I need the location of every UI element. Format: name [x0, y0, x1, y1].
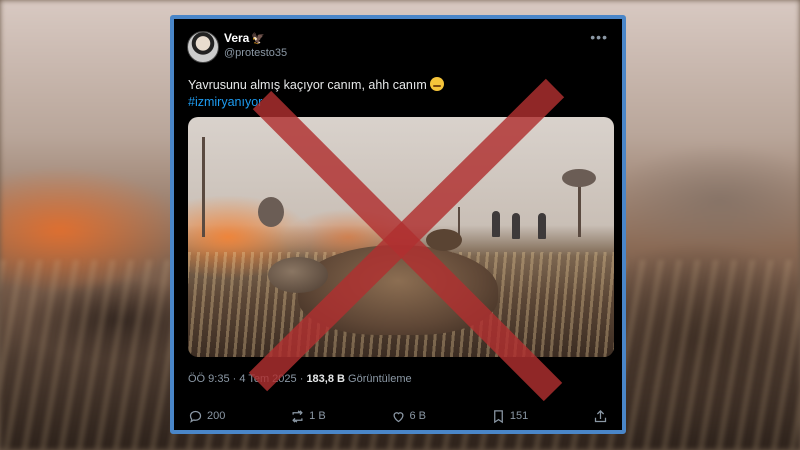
- reply-count: 200: [207, 410, 226, 422]
- display-name[interactable]: Vera 🦅: [224, 31, 265, 45]
- reply-button[interactable]: 200: [188, 409, 225, 424]
- view-label: Görüntüleme: [348, 373, 412, 385]
- tree-silhouette: [258, 197, 284, 227]
- user-handle[interactable]: @protesto35: [224, 47, 287, 59]
- tortoise-shell: [298, 245, 498, 335]
- tweet-time[interactable]: ÖÖ 9:35: [188, 373, 230, 385]
- heart-icon: [392, 411, 404, 422]
- like-button[interactable]: 6 B: [391, 409, 427, 424]
- person-silhouette: [492, 211, 500, 237]
- retweet-button[interactable]: 1 B: [290, 409, 326, 424]
- bookmark-button[interactable]: 151: [491, 409, 528, 424]
- tree-silhouette: [562, 169, 596, 187]
- bookmark-count: 151: [509, 410, 529, 422]
- sad-face-emoji-icon: [429, 77, 444, 91]
- tweet-media-image[interactable]: [188, 117, 614, 357]
- tweet-date[interactable]: 4 Tem 2025: [239, 373, 296, 385]
- share-icon: [594, 409, 607, 422]
- bookmark-icon: [493, 409, 503, 423]
- badge-icon: 🦅: [251, 33, 266, 45]
- view-count: 183,8 B: [306, 373, 345, 385]
- baby-tortoise: [426, 229, 462, 251]
- like-count: 6 B: [409, 410, 427, 422]
- share-button[interactable]: [593, 409, 608, 424]
- person-silhouette: [538, 213, 546, 239]
- tweet-text: Yavrusunu almış kaçıyor canım, ahh canım: [188, 77, 444, 92]
- tweet-card: Vera 🦅 @protesto35 ••• Yavrusunu almış ka…: [170, 15, 626, 434]
- more-options-icon[interactable]: •••: [590, 29, 608, 45]
- reply-icon: [189, 410, 202, 423]
- tweet-meta: ÖÖ 9:35 · 4 Tem 2025 · 183,8 B Görüntüle…: [188, 373, 412, 385]
- hashtag-link[interactable]: #izmiryanıyor: [188, 95, 262, 109]
- retweet-count: 1 B: [309, 410, 326, 422]
- action-bar: 200 1 B 6 B 151: [188, 407, 608, 425]
- avatar[interactable]: [187, 31, 219, 63]
- tortoise-head: [268, 257, 328, 293]
- tree-silhouette: [202, 137, 205, 237]
- retweet-icon: [292, 409, 303, 423]
- person-silhouette: [512, 213, 520, 239]
